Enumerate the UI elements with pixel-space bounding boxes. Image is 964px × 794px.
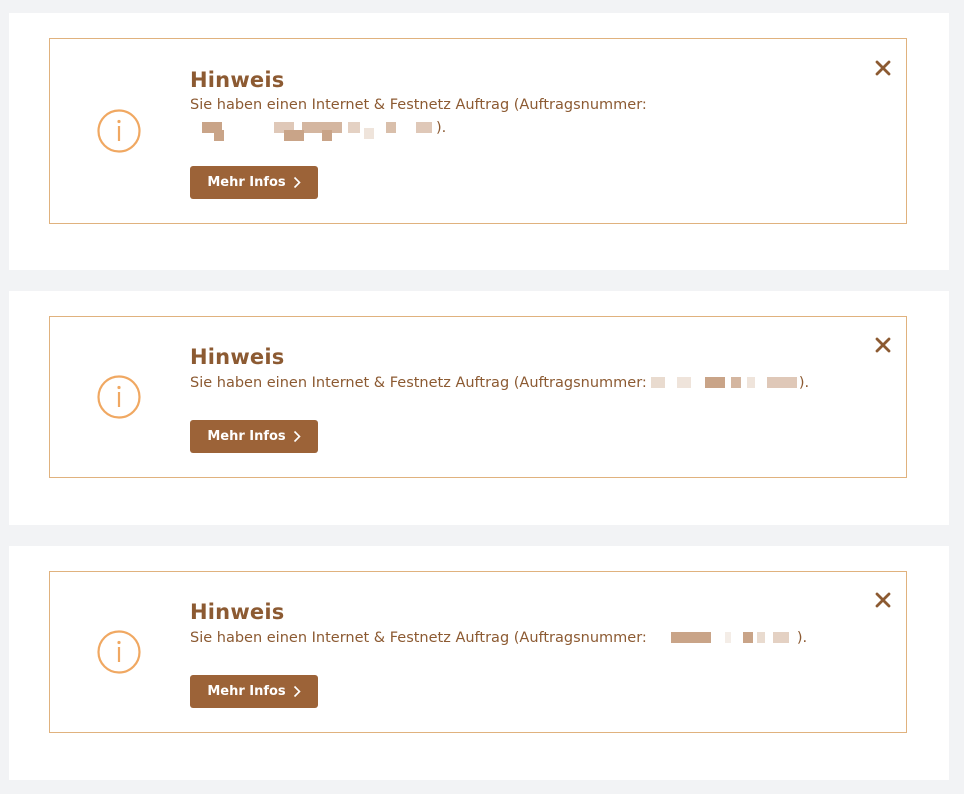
info-icon: [97, 630, 141, 674]
notice-message-end: ).: [796, 630, 808, 646]
more-info-button[interactable]: Mehr Infos: [190, 420, 318, 453]
notice-title: Hinweis: [190, 600, 285, 624]
redacted-order-number: [647, 376, 799, 390]
notice-box: Hinweis Sie haben einen Internet & Festn…: [49, 571, 907, 733]
close-icon[interactable]: [874, 591, 892, 609]
more-info-button-label: Mehr Infos: [207, 684, 286, 699]
notice-card: Hinweis Sie haben einen Internet & Festn…: [9, 291, 949, 525]
close-icon[interactable]: [874, 59, 892, 77]
more-info-button[interactable]: Mehr Infos: [190, 675, 318, 708]
notice-message-text: Sie haben einen Internet & Festnetz Auft…: [190, 375, 647, 391]
notice-card: Hinweis Sie haben einen Internet & Festn…: [9, 546, 949, 780]
notice-box: Hinweis Sie haben einen Internet & Festn…: [49, 38, 907, 224]
redacted-order-number: [202, 121, 436, 141]
chevron-right-icon: [293, 685, 301, 698]
notice-message: Sie haben einen Internet & Festnetz Auft…: [190, 372, 840, 395]
notice-title: Hinweis: [190, 345, 285, 369]
chevron-right-icon: [293, 176, 301, 189]
notice-message: Sie haben einen Internet & Festnetz Auft…: [190, 627, 840, 650]
close-icon[interactable]: [874, 336, 892, 354]
notice-message: Sie haben einen Internet & Festnetz Auft…: [190, 94, 650, 141]
chevron-right-icon: [293, 430, 301, 443]
redacted-order-number: [651, 631, 797, 645]
notice-message-text: Sie haben einen Internet & Festnetz Auft…: [190, 630, 647, 646]
more-info-button-label: Mehr Infos: [207, 429, 286, 444]
notice-card: Hinweis Sie haben einen Internet & Festn…: [9, 13, 949, 270]
notice-message-text: Sie haben einen Internet & Festnetz Auft…: [190, 97, 647, 113]
info-icon: [97, 109, 141, 153]
more-info-button-label: Mehr Infos: [207, 175, 286, 190]
info-icon: [97, 375, 141, 419]
notice-box: Hinweis Sie haben einen Internet & Festn…: [49, 316, 907, 478]
notice-message-end: ).: [798, 375, 810, 391]
more-info-button[interactable]: Mehr Infos: [190, 166, 318, 199]
notice-message-end: ).: [436, 120, 447, 136]
notice-title: Hinweis: [190, 68, 285, 92]
